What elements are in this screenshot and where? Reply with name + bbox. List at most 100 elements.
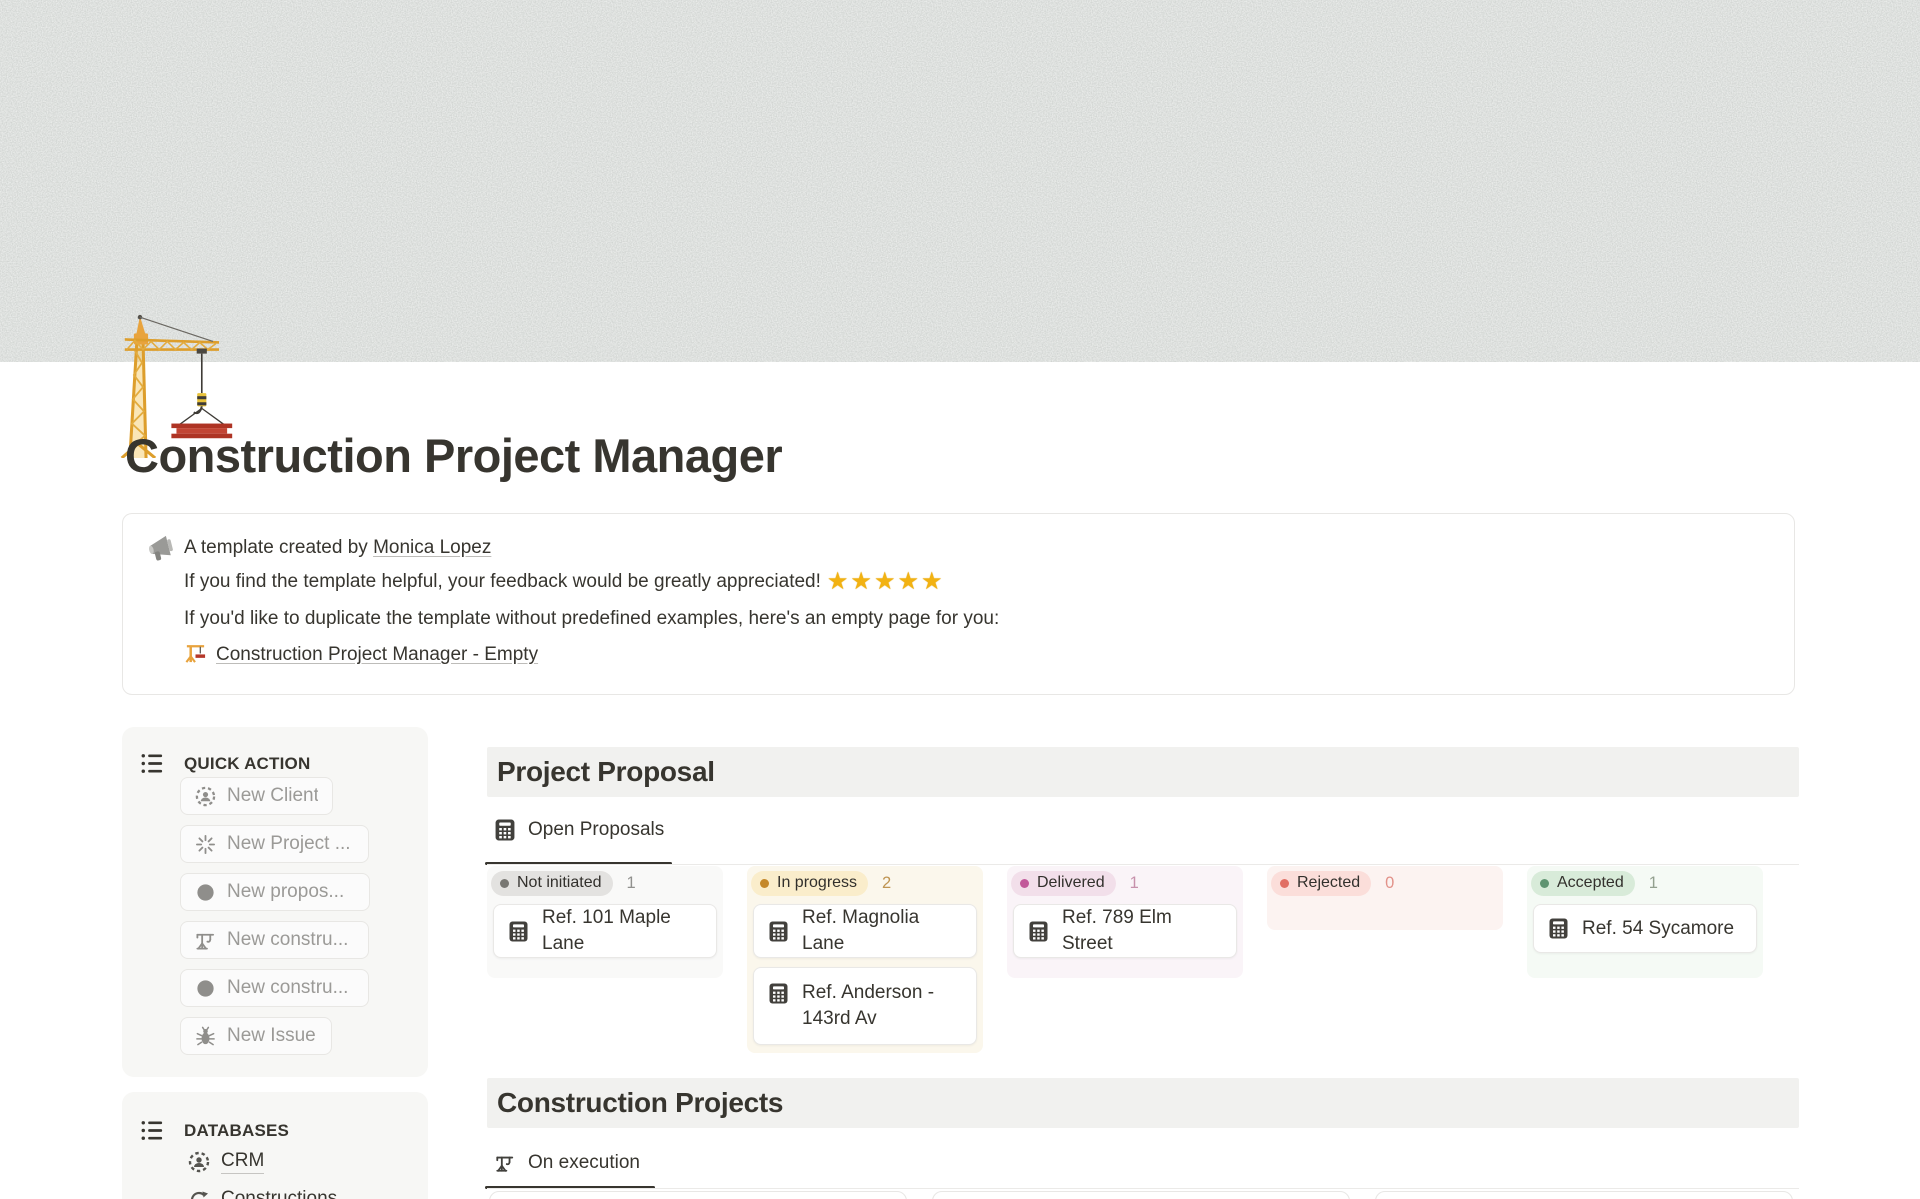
person-dashed-circle-icon: [188, 1151, 210, 1173]
crane-icon: [195, 930, 216, 951]
status-label: Not initiated: [517, 874, 602, 892]
template-callout: A template created by Monica Lopez If yo…: [122, 513, 1795, 695]
status-dot-icon: [1020, 879, 1029, 888]
databases-card: DATABASES CRM Constructions: [122, 1092, 428, 1199]
sidebar-item-label: Constructions: [221, 1188, 337, 1199]
section-title: Construction Projects: [497, 1087, 783, 1119]
board-card[interactable]: Ref. Magnolia Lane: [753, 904, 977, 958]
status-dot-icon: [760, 879, 769, 888]
calculator-icon: [1549, 918, 1568, 939]
board-column-accepted: Accepted 1 Ref. 54 Sycamore: [1527, 866, 1763, 978]
board-column-in-progress: In progress 2 Ref. Magnolia Lane: [747, 866, 983, 1053]
sidebar-item-crm[interactable]: CRM: [188, 1150, 264, 1174]
new-construction-button[interactable]: New constru...: [180, 921, 369, 959]
gray-circle-icon: [195, 978, 216, 999]
button-label: New constru...: [227, 929, 348, 951]
status-dot-icon: [1540, 879, 1549, 888]
calculator-icon: [769, 921, 788, 942]
board-card[interactable]: [489, 1191, 907, 1199]
new-issue-button[interactable]: New Issue: [180, 1017, 332, 1055]
page-title: Construction Project Manager: [125, 428, 782, 483]
board-column-not-initiated: Not initiated 1 Ref. 101 Maple Lane: [487, 866, 723, 978]
quick-action-title: QUICK ACTION: [184, 754, 310, 774]
section-heading-construction-projects: Construction Projects: [487, 1078, 1799, 1128]
cover-image: [0, 0, 1920, 362]
main-content: Project Proposal Open Proposals: [487, 747, 1799, 1199]
tab-open-proposals[interactable]: Open Proposals: [495, 819, 664, 841]
board-column-rejected: Rejected 0: [1267, 866, 1503, 930]
button-label: New Client: [227, 785, 318, 807]
quick-action-header: QUICK ACTION: [140, 751, 310, 776]
tab-divider: [487, 1188, 1799, 1189]
column-count: 0: [1385, 874, 1394, 893]
callout-line-3: If you'd like to duplicate the template …: [184, 606, 999, 631]
burst-icon: [195, 834, 216, 855]
megaphone-icon: [148, 534, 178, 564]
board-card[interactable]: [932, 1191, 1350, 1199]
tab-on-execution[interactable]: On execution: [495, 1152, 640, 1174]
card-title: Ref. 789 Elm Street: [1062, 905, 1224, 957]
new-client-button[interactable]: New Client: [180, 777, 333, 815]
card-title: Ref. 54 Sycamore: [1582, 916, 1734, 942]
status-label: In progress: [777, 874, 857, 892]
status-badge: In progress: [751, 871, 868, 896]
status-badge: Not initiated: [491, 871, 613, 896]
section-heading-project-proposal: Project Proposal: [487, 747, 1799, 797]
status-badge: Delivered: [1011, 871, 1116, 896]
calculator-icon: [769, 983, 788, 1004]
list-icon: [140, 751, 165, 776]
quick-action-card: QUICK ACTION New Client New Project ...: [122, 727, 428, 1077]
card-title: Ref. Magnolia Lane: [802, 905, 964, 957]
card-title: Ref. 101 Maple Lane: [542, 905, 704, 957]
calculator-icon: [495, 819, 515, 841]
board-column-delivered: Delivered 1 Ref. 789 Elm Street: [1007, 866, 1243, 978]
callout-text: If you find the template helpful, your f…: [184, 571, 821, 592]
new-project-button[interactable]: New Project ...: [180, 825, 369, 863]
status-dot-icon: [500, 879, 509, 888]
status-label: Rejected: [1297, 874, 1360, 892]
new-proposal-button[interactable]: New propos...: [180, 873, 370, 911]
author-link[interactable]: Monica Lopez: [373, 537, 491, 558]
callout-line-1: A template created by Monica Lopez: [184, 535, 491, 560]
bug-icon: [195, 1026, 216, 1047]
tab-label: Open Proposals: [528, 819, 664, 841]
crane-icon: [495, 1152, 515, 1174]
column-count: 1: [1649, 874, 1658, 893]
column-header: Rejected 0: [1267, 871, 1503, 896]
empty-page-link[interactable]: Construction Project Manager - Empty: [216, 644, 538, 665]
button-label: New Project ...: [227, 833, 351, 855]
tab-divider: [487, 864, 1799, 865]
callout-line-4: Construction Project Manager - Empty: [184, 641, 538, 667]
databases-header: DATABASES: [140, 1118, 289, 1143]
loop-arrow-icon: [188, 1189, 210, 1199]
column-count: 2: [882, 874, 891, 893]
status-badge: Rejected: [1271, 871, 1371, 896]
callout-line-2: If you find the template helpful, your f…: [184, 569, 944, 594]
crane-icon: [184, 641, 207, 664]
status-badge: Accepted: [1531, 871, 1635, 896]
button-label: New constru...: [227, 977, 348, 999]
board-card[interactable]: Ref. 101 Maple Lane: [493, 904, 717, 958]
stucco-texture: [0, 0, 1920, 362]
gray-circle-icon: [195, 882, 216, 903]
callout-text: A template created by: [184, 537, 373, 558]
list-icon: [140, 1118, 165, 1143]
column-header: Accepted 1: [1527, 871, 1763, 896]
new-construction-button-2[interactable]: New constru...: [180, 969, 369, 1007]
five-stars-icon: ★★★★★: [827, 568, 945, 595]
databases-title: DATABASES: [184, 1121, 289, 1141]
column-header: In progress 2: [747, 871, 983, 896]
board-card[interactable]: [1375, 1191, 1793, 1199]
board-card[interactable]: Ref. 789 Elm Street: [1013, 904, 1237, 958]
column-count: 1: [1130, 874, 1139, 893]
notion-page: Construction Project Manager A template …: [0, 0, 1920, 1199]
board-card[interactable]: Ref. 54 Sycamore: [1533, 904, 1757, 953]
sidebar-item-constructions[interactable]: Constructions: [188, 1188, 337, 1199]
status-label: Accepted: [1557, 874, 1624, 892]
button-label: New propos...: [227, 881, 344, 903]
board-card[interactable]: Ref. Anderson - 143rd Av: [753, 967, 977, 1045]
tab-label: On execution: [528, 1152, 640, 1174]
column-header: Delivered 1: [1007, 871, 1243, 896]
column-count: 1: [627, 874, 636, 893]
status-label: Delivered: [1037, 874, 1105, 892]
